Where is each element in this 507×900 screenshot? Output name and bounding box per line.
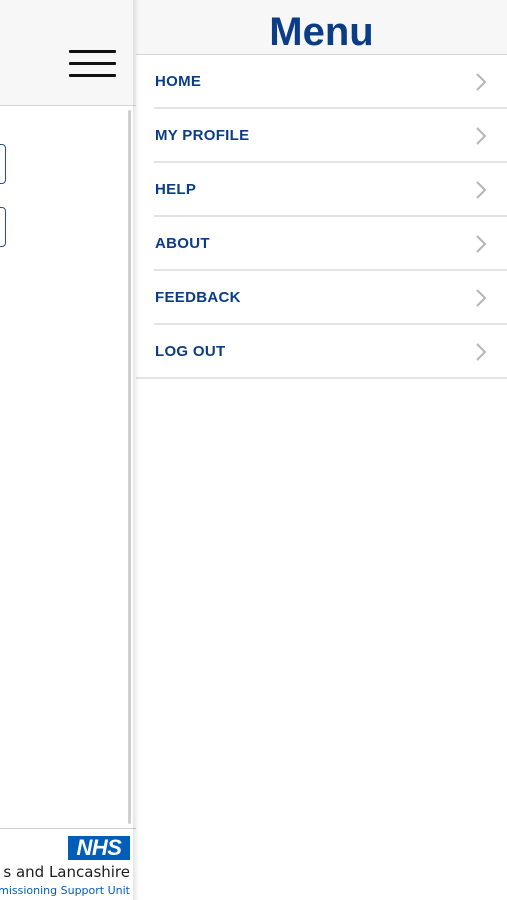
hamburger-bar (69, 74, 116, 77)
side-menu-panel: Menu HOME MY PROFILE HELP ABOUT FEEDBACK… (136, 0, 507, 900)
menu-list: HOME MY PROFILE HELP ABOUT FEEDBACK LOG … (136, 55, 507, 379)
menu-item-help[interactable]: HELP (136, 163, 507, 217)
org-subtitle: missioning Support Unit (0, 884, 130, 897)
main-header (0, 0, 136, 106)
menu-item-label: LOG OUT (155, 343, 226, 360)
menu-item-about[interactable]: ABOUT (136, 217, 507, 271)
chevron-right-icon (476, 289, 487, 307)
hamburger-menu-icon[interactable] (69, 50, 117, 80)
org-name: s and Lancashire (3, 863, 130, 881)
menu-item-feedback[interactable]: FEEDBACK (136, 271, 507, 325)
chevron-right-icon (476, 127, 487, 145)
menu-item-label: HELP (155, 181, 197, 198)
main-view: NHS s and Lancashire missioning Support … (0, 0, 136, 900)
chevron-right-icon (476, 235, 487, 253)
hamburger-bar (69, 62, 116, 65)
menu-item-label: HOME (155, 73, 202, 90)
chevron-right-icon (476, 343, 487, 361)
chevron-right-icon (476, 181, 487, 199)
menu-item-label: FEEDBACK (155, 289, 241, 306)
menu-item-home[interactable]: HOME (136, 55, 507, 109)
app-screen: NHS s and Lancashire missioning Support … (0, 0, 507, 900)
nhs-logo: NHS (68, 836, 130, 860)
input-field[interactable] (0, 207, 6, 247)
menu-item-my-profile[interactable]: MY PROFILE (136, 109, 507, 163)
menu-item-label: MY PROFILE (155, 127, 250, 144)
footer: NHS s and Lancashire missioning Support … (0, 828, 136, 900)
input-field[interactable] (0, 144, 6, 184)
scrollbar[interactable] (128, 110, 131, 824)
menu-header: Menu (136, 0, 507, 55)
panel-shadow (133, 0, 139, 900)
menu-title: Menu (269, 10, 374, 54)
hamburger-bar (69, 50, 116, 53)
chevron-right-icon (476, 73, 487, 91)
menu-item-log-out[interactable]: LOG OUT (136, 325, 507, 379)
menu-item-label: ABOUT (155, 235, 210, 252)
